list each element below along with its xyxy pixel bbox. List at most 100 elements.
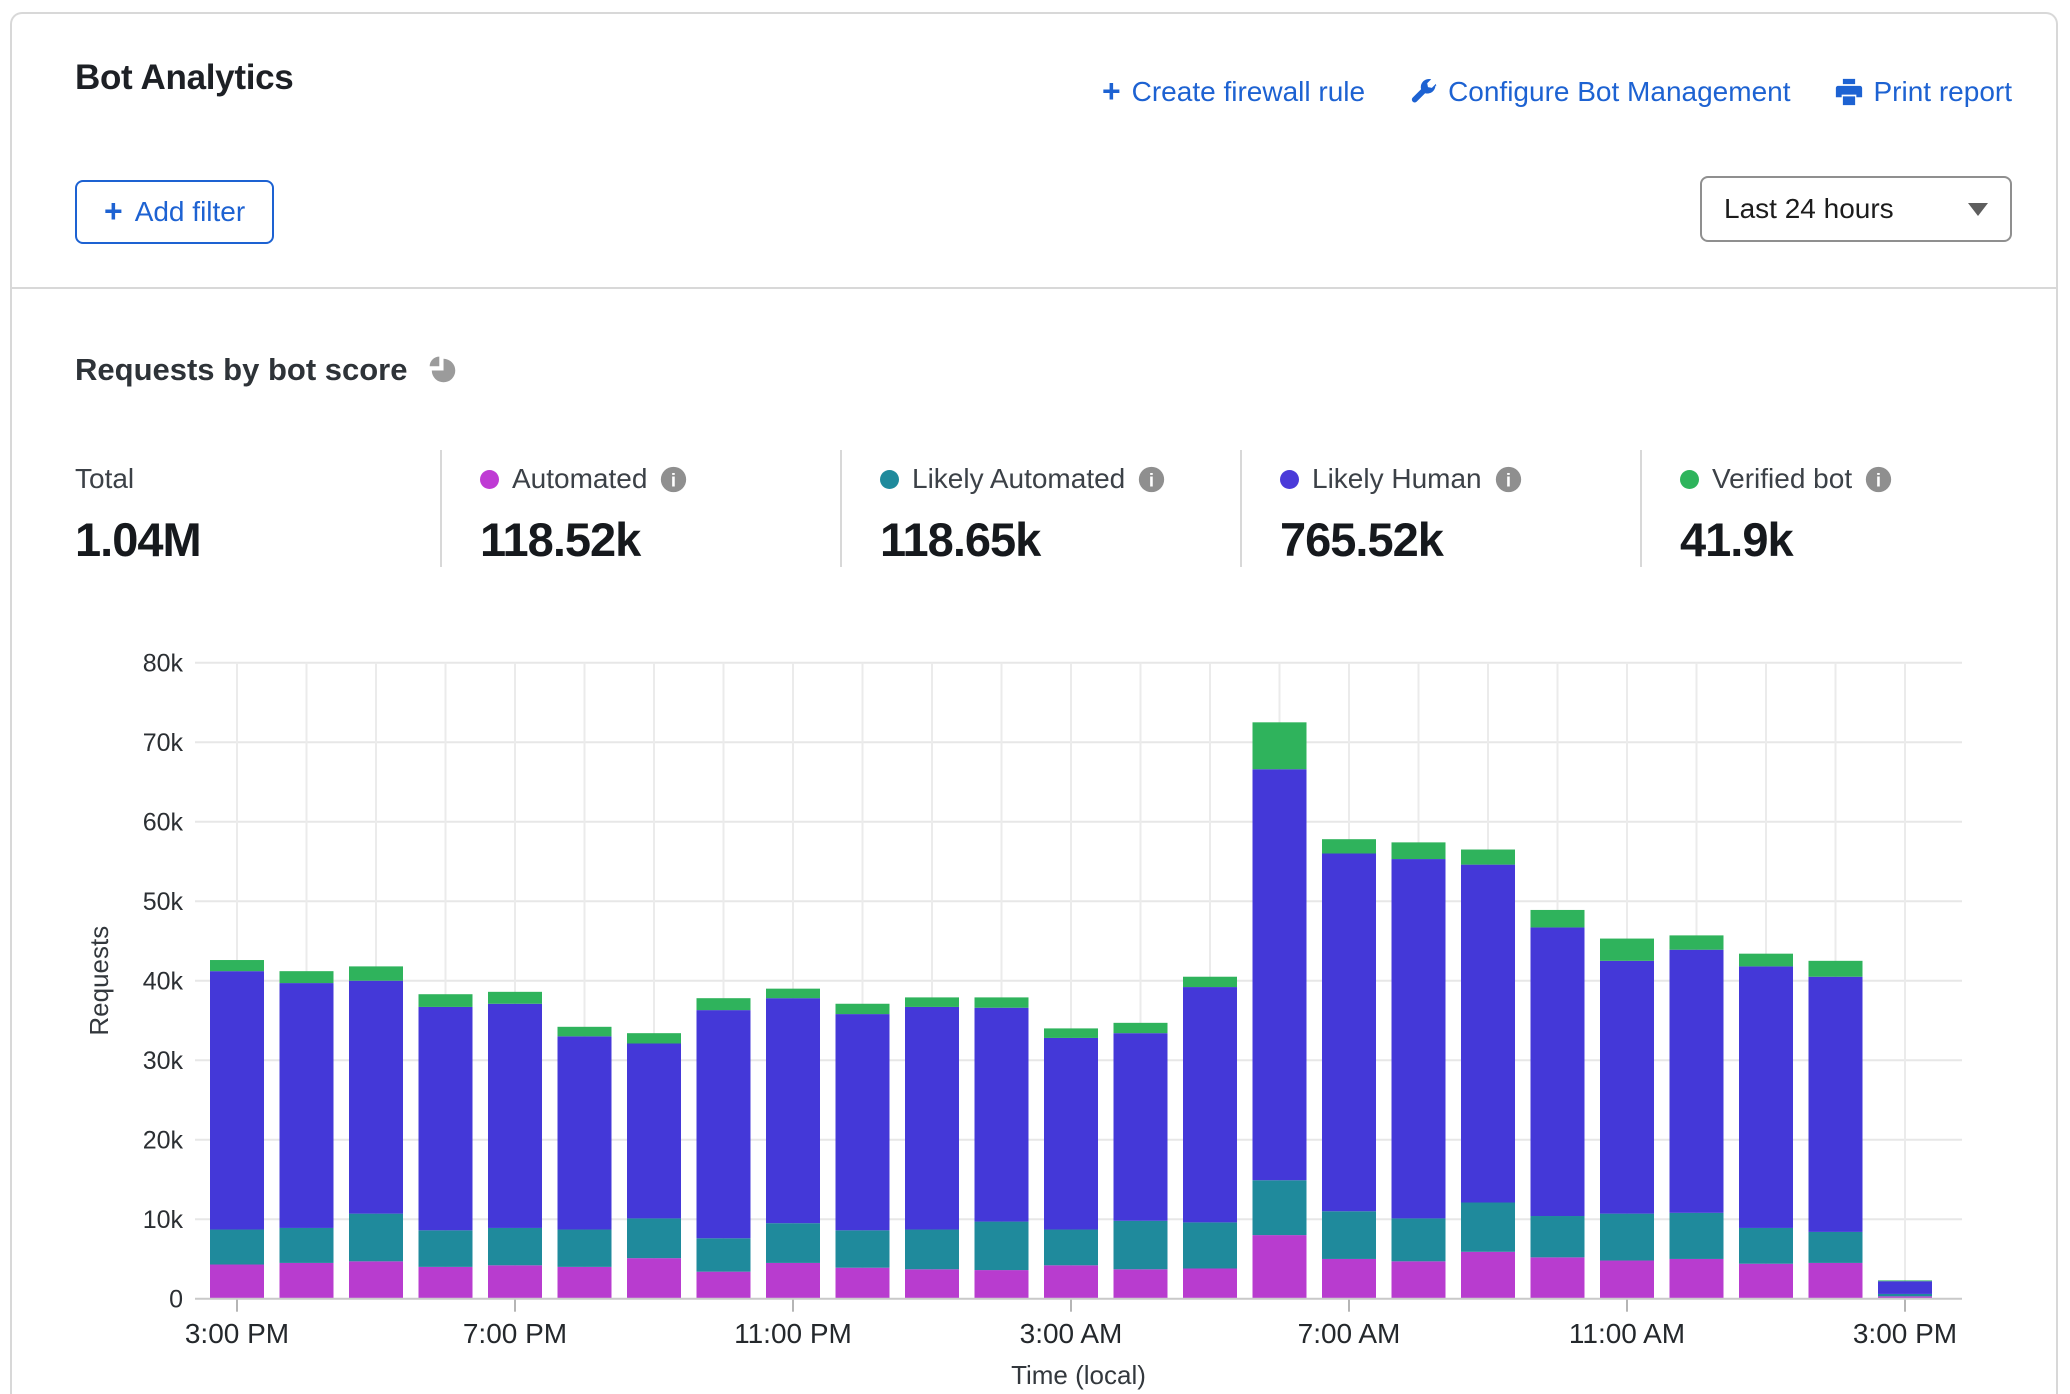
bar-segment[interactable] bbox=[419, 1230, 473, 1267]
bar-segment[interactable] bbox=[1809, 961, 1863, 977]
bar-segment[interactable] bbox=[1044, 1230, 1098, 1266]
bar-segment[interactable] bbox=[905, 1230, 959, 1270]
bar-segment[interactable] bbox=[1461, 1203, 1515, 1252]
bar-segment[interactable] bbox=[627, 1033, 681, 1043]
bar-segment[interactable] bbox=[1253, 722, 1307, 769]
bar-segment[interactable] bbox=[1114, 1221, 1168, 1269]
bar-segment[interactable] bbox=[1392, 859, 1446, 1218]
bar-segment[interactable] bbox=[1114, 1269, 1168, 1298]
bar-segment[interactable] bbox=[488, 992, 542, 1004]
bar-segment[interactable] bbox=[280, 983, 334, 1228]
bar-segment[interactable] bbox=[210, 1230, 264, 1265]
bar-segment[interactable] bbox=[1600, 1214, 1654, 1261]
info-icon[interactable]: i bbox=[1138, 466, 1165, 493]
bar-segment[interactable] bbox=[488, 1228, 542, 1265]
bar-segment[interactable] bbox=[766, 1223, 820, 1263]
bar-segment[interactable] bbox=[419, 1007, 473, 1230]
bar-segment[interactable] bbox=[975, 1222, 1029, 1270]
bar-segment[interactable] bbox=[1739, 954, 1793, 967]
bar-segment[interactable] bbox=[349, 981, 403, 1214]
bar-segment[interactable] bbox=[697, 1272, 751, 1299]
bar-segment[interactable] bbox=[1183, 1268, 1237, 1298]
bar-segment[interactable] bbox=[419, 1267, 473, 1299]
bar-segment[interactable] bbox=[280, 1263, 334, 1299]
bar-segment[interactable] bbox=[836, 1004, 890, 1014]
bar-segment[interactable] bbox=[1183, 1222, 1237, 1268]
bar-segment[interactable] bbox=[1253, 1180, 1307, 1235]
bar-segment[interactable] bbox=[1183, 977, 1237, 987]
time-range-select[interactable]: Last 24 hours bbox=[1700, 176, 2012, 242]
info-icon[interactable]: i bbox=[1865, 466, 1892, 493]
bar-segment[interactable] bbox=[1531, 1216, 1585, 1257]
add-filter-button[interactable]: + Add filter bbox=[75, 180, 274, 244]
bar-segment[interactable] bbox=[1739, 1228, 1793, 1264]
bar-segment[interactable] bbox=[1044, 1028, 1098, 1038]
bar-segment[interactable] bbox=[1670, 1213, 1724, 1259]
bar-segment[interactable] bbox=[210, 971, 264, 1229]
bar-segment[interactable] bbox=[1878, 1281, 1932, 1294]
bar-segment[interactable] bbox=[1531, 927, 1585, 1216]
bar-segment[interactable] bbox=[280, 1228, 334, 1263]
bar-segment[interactable] bbox=[975, 1008, 1029, 1222]
bar-segment[interactable] bbox=[905, 1269, 959, 1298]
bar-segment[interactable] bbox=[697, 1010, 751, 1238]
bar-segment[interactable] bbox=[766, 989, 820, 999]
bar-segment[interactable] bbox=[419, 994, 473, 1007]
bar-segment[interactable] bbox=[558, 1036, 612, 1229]
bar-segment[interactable] bbox=[1600, 1261, 1654, 1299]
bar-segment[interactable] bbox=[1878, 1280, 1932, 1281]
bar-segment[interactable] bbox=[1461, 865, 1515, 1203]
bar-segment[interactable] bbox=[210, 960, 264, 971]
bar-segment[interactable] bbox=[1392, 1218, 1446, 1261]
bar-segment[interactable] bbox=[1739, 1264, 1793, 1299]
bar-segment[interactable] bbox=[1670, 950, 1724, 1213]
create-firewall-rule-link[interactable]: + Create firewall rule bbox=[1102, 76, 1365, 108]
bar-segment[interactable] bbox=[905, 1007, 959, 1230]
bar-segment[interactable] bbox=[1461, 1252, 1515, 1299]
bar-segment[interactable] bbox=[975, 1270, 1029, 1299]
bar-segment[interactable] bbox=[1044, 1265, 1098, 1298]
bar-segment[interactable] bbox=[558, 1230, 612, 1267]
bar-segment[interactable] bbox=[1322, 854, 1376, 1212]
bar-segment[interactable] bbox=[1739, 966, 1793, 1228]
bar-segment[interactable] bbox=[836, 1230, 890, 1267]
bar-segment[interactable] bbox=[905, 997, 959, 1007]
bar-segment[interactable] bbox=[558, 1027, 612, 1037]
bar-segment[interactable] bbox=[1392, 842, 1446, 859]
bar-segment[interactable] bbox=[1253, 769, 1307, 1180]
bar-segment[interactable] bbox=[210, 1265, 264, 1299]
bar-segment[interactable] bbox=[1392, 1261, 1446, 1298]
print-report-link[interactable]: Print report bbox=[1835, 76, 2013, 108]
bar-segment[interactable] bbox=[1809, 977, 1863, 1232]
bar-segment[interactable] bbox=[1809, 1263, 1863, 1299]
bar-segment[interactable] bbox=[349, 966, 403, 980]
bar-segment[interactable] bbox=[1531, 1257, 1585, 1298]
bar-segment[interactable] bbox=[697, 998, 751, 1010]
bar-segment[interactable] bbox=[627, 1044, 681, 1219]
bar-segment[interactable] bbox=[1183, 987, 1237, 1222]
bar-segment[interactable] bbox=[1878, 1294, 1932, 1296]
bar-segment[interactable] bbox=[1322, 1259, 1376, 1299]
bar-segment[interactable] bbox=[1809, 1232, 1863, 1263]
bar-segment[interactable] bbox=[836, 1014, 890, 1230]
bar-segment[interactable] bbox=[697, 1238, 751, 1271]
configure-bot-management-link[interactable]: Configure Bot Management bbox=[1409, 76, 1790, 108]
bar-segment[interactable] bbox=[1114, 1023, 1168, 1033]
bar-segment[interactable] bbox=[349, 1214, 403, 1262]
info-icon[interactable]: i bbox=[660, 466, 687, 493]
bar-segment[interactable] bbox=[1322, 1211, 1376, 1259]
bar-segment[interactable] bbox=[1670, 1259, 1724, 1299]
info-icon[interactable]: i bbox=[1495, 466, 1522, 493]
bar-segment[interactable] bbox=[1600, 961, 1654, 1214]
bar-segment[interactable] bbox=[280, 971, 334, 983]
bar-segment[interactable] bbox=[349, 1261, 403, 1298]
bar-segment[interactable] bbox=[1600, 939, 1654, 961]
bar-segment[interactable] bbox=[1114, 1033, 1168, 1221]
bar-segment[interactable] bbox=[558, 1267, 612, 1299]
bar-segment[interactable] bbox=[1253, 1235, 1307, 1299]
bar-segment[interactable] bbox=[488, 1004, 542, 1228]
bar-segment[interactable] bbox=[975, 997, 1029, 1007]
bar-segment[interactable] bbox=[488, 1265, 542, 1298]
bar-segment[interactable] bbox=[766, 1263, 820, 1299]
bar-segment[interactable] bbox=[627, 1218, 681, 1258]
